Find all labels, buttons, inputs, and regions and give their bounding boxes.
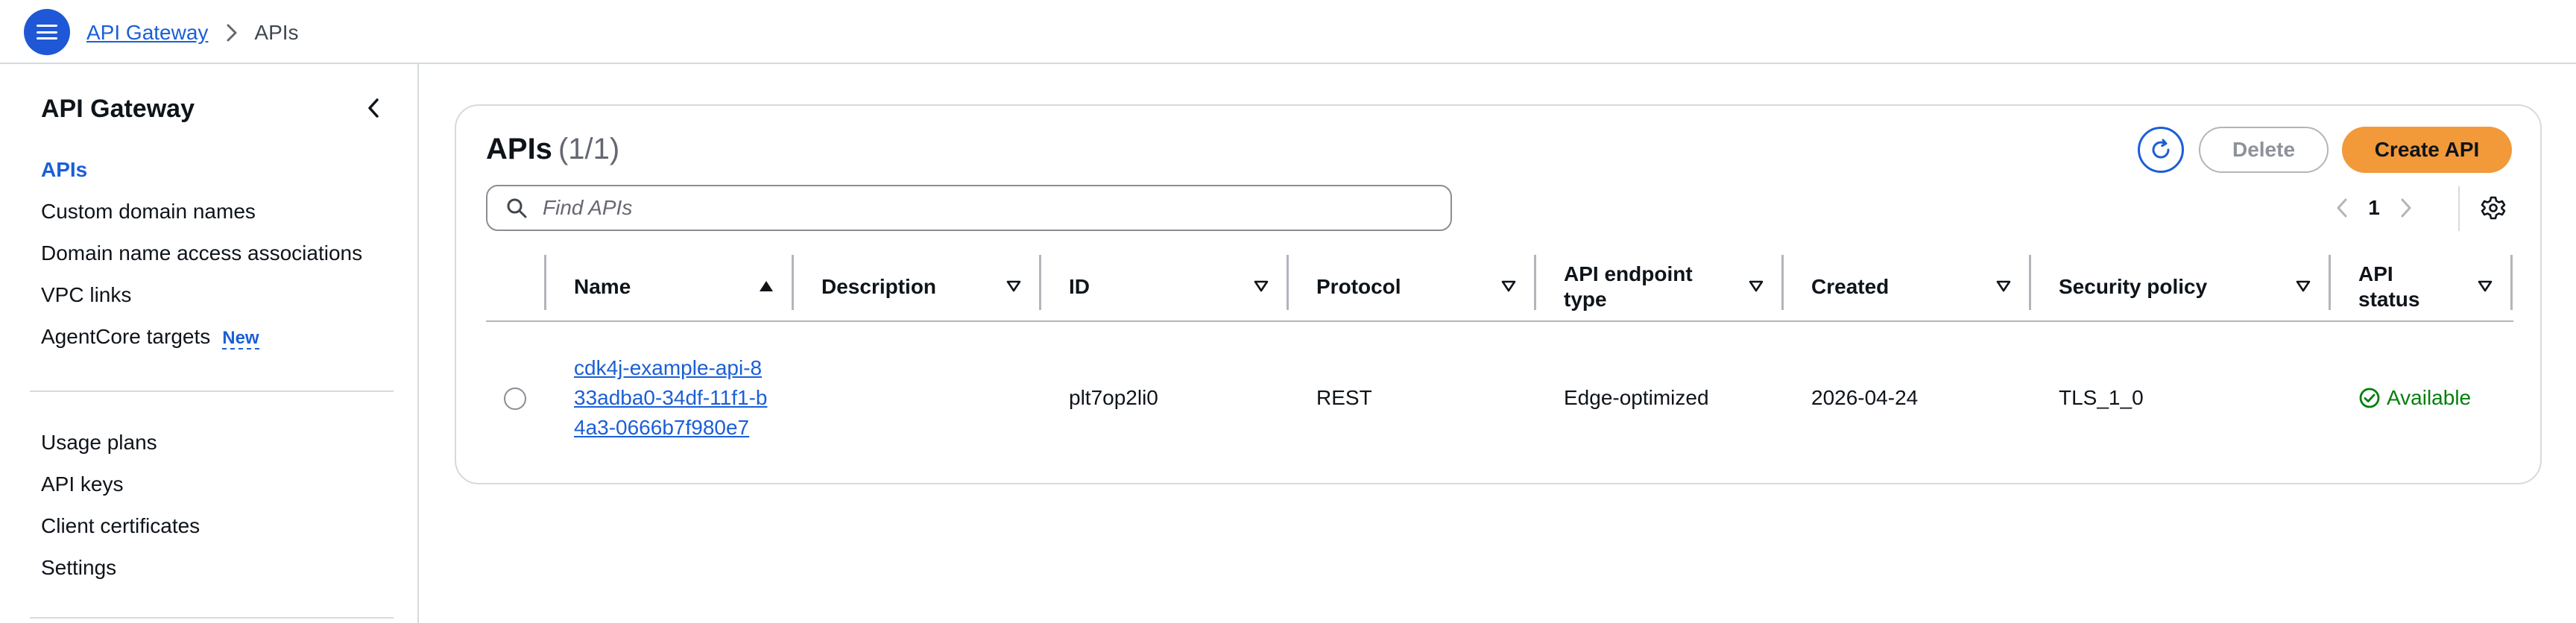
pagination: 1: [2329, 189, 2419, 227]
column-header-label: API status: [2358, 262, 2420, 311]
check-circle-icon: [2358, 387, 2381, 409]
column-header-label: Security policy: [2059, 275, 2208, 298]
sidebar-item-vpc-links[interactable]: VPC links: [41, 283, 131, 307]
cell-name: cdk4j-example-api-833adba0-34df-11f1-b4a…: [546, 323, 792, 472]
column-header-security-policy[interactable]: Security policy: [2030, 252, 2329, 322]
sort-icon[interactable]: [1995, 277, 2012, 295]
cell-created: 2026-04-24: [1811, 386, 1919, 409]
menu-icon: [37, 25, 57, 39]
current-page-number[interactable]: 1: [2355, 196, 2393, 220]
sidebar-item-client-certificates[interactable]: Client certificates: [41, 514, 200, 538]
sidebar-item-settings[interactable]: Settings: [41, 556, 116, 580]
create-api-button[interactable]: Create API: [2342, 127, 2512, 173]
sidebar-item-usage-plans[interactable]: Usage plans: [41, 431, 157, 455]
breadcrumb: API Gateway APIs: [86, 18, 299, 48]
hamburger-menu-button[interactable]: [24, 9, 70, 55]
breadcrumb-current-apis: APIs: [254, 21, 299, 44]
previous-page-button[interactable]: [2329, 189, 2355, 227]
cell-api-status: Available: [2330, 323, 2513, 472]
sort-icon[interactable]: [1500, 277, 1518, 295]
cell-security-policy: TLS_1_0: [2059, 386, 2144, 409]
search-input[interactable]: [543, 196, 1422, 220]
apis-table-container: APIs(1/1) Delete Create API 1 N: [455, 104, 2542, 484]
sort-ascending-icon[interactable]: [757, 277, 775, 295]
sidebar-item-domain-name-access-associations[interactable]: Domain name access associations: [41, 241, 362, 265]
refresh-button[interactable]: [2138, 127, 2184, 173]
column-header-label: ID: [1069, 275, 1090, 298]
row-select-radio[interactable]: [504, 388, 526, 410]
sort-icon[interactable]: [2476, 277, 2494, 295]
search-icon: [504, 195, 529, 221]
sidebar-item-agentcore-targets[interactable]: AgentCore targets New: [41, 325, 259, 350]
cell-id: plt7op2li0: [1069, 386, 1158, 409]
item-count: (1/1): [558, 133, 620, 165]
column-header-api-status[interactable]: API status: [2330, 252, 2510, 322]
column-header-label: Created: [1811, 275, 1890, 298]
column-header-label: Name: [574, 275, 631, 298]
sort-icon[interactable]: [2294, 277, 2312, 295]
page-title: APIs (1/1): [486, 133, 619, 166]
sort-icon[interactable]: [1005, 277, 1023, 295]
column-header-created[interactable]: Created: [1783, 252, 2029, 322]
column-separator[interactable]: [2510, 255, 2513, 310]
column-header-api-endpoint-type[interactable]: API endpoint type: [1535, 252, 1781, 322]
sidebar-title: API Gateway: [41, 95, 195, 123]
side-navigation: API Gateway APIs Custom domain names Dom…: [0, 64, 419, 623]
table-preferences-button[interactable]: [2478, 192, 2509, 224]
column-header-id[interactable]: ID: [1041, 252, 1287, 322]
chevron-right-icon: [226, 23, 238, 42]
delete-button[interactable]: Delete: [2199, 127, 2329, 173]
chevron-left-icon: [2337, 198, 2347, 218]
status-text: Available: [2387, 386, 2472, 409]
cell-endpoint-type: Edge-optimized: [1564, 386, 1709, 409]
sort-icon[interactable]: [1252, 277, 1270, 295]
sidebar-divider: [30, 617, 394, 619]
status-badge: Available: [2358, 386, 2471, 410]
table-header: Name Description ID Protocol API endpoin…: [486, 252, 2513, 322]
column-header-label: Protocol: [1316, 275, 1401, 298]
api-name-link[interactable]: cdk4j-example-api-833adba0-34df-11f1-b4a…: [574, 353, 768, 443]
sidebar-divider: [30, 390, 394, 392]
pagination-divider: [2458, 186, 2460, 231]
chevron-left-icon: [368, 98, 379, 118]
column-header-label: API endpoint type: [1564, 262, 1693, 311]
column-header-label: Description: [821, 275, 937, 298]
cell-protocol: REST: [1316, 386, 1372, 409]
sort-icon[interactable]: [1747, 277, 1765, 295]
sidebar-item-label: AgentCore targets: [41, 325, 211, 348]
gear-icon: [2481, 196, 2506, 220]
breadcrumb-link-api-gateway[interactable]: API Gateway: [86, 21, 208, 45]
chevron-right-icon: [2401, 198, 2411, 218]
cell-description: [793, 323, 1039, 472]
refresh-icon: [2152, 139, 2170, 159]
sidebar-item-api-keys[interactable]: API keys: [41, 472, 123, 496]
column-header-description[interactable]: Description: [793, 252, 1039, 322]
top-navigation-bar: API Gateway APIs: [0, 0, 2576, 64]
sidebar-item-custom-domain-names[interactable]: Custom domain names: [41, 200, 256, 224]
next-page-button[interactable]: [2393, 189, 2419, 227]
column-header-protocol[interactable]: Protocol: [1288, 252, 1534, 322]
collapse-sidebar-button[interactable]: [362, 97, 385, 119]
search-field[interactable]: [486, 185, 1452, 231]
table-row[interactable]: cdk4j-example-api-833adba0-34df-11f1-b4a…: [486, 323, 2513, 472]
new-badge: New: [222, 328, 259, 350]
title-text: APIs: [486, 133, 552, 165]
column-header-name[interactable]: Name: [546, 252, 792, 322]
sidebar-item-apis[interactable]: APIs: [41, 158, 87, 182]
